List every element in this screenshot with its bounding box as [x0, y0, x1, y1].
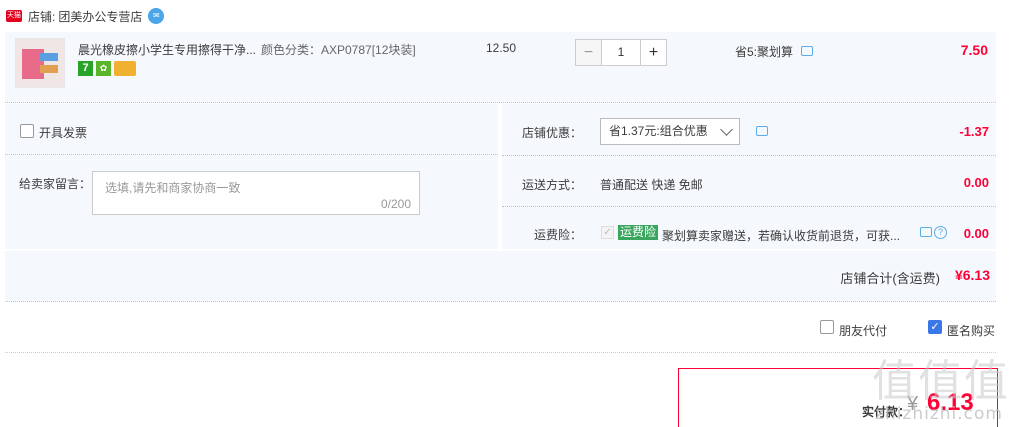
invoice-label[interactable]: 开具发票	[39, 124, 87, 141]
friend-pay-checkbox[interactable]	[820, 320, 834, 334]
divider	[5, 352, 996, 353]
invoice-checkbox[interactable]	[20, 124, 34, 138]
quantity-increase-button[interactable]: +	[640, 39, 667, 66]
shop-subtotal-row: 店铺合计(含运费) ¥6.13	[5, 251, 996, 302]
service-icons: 7 ✿	[78, 61, 136, 76]
anonymous-label[interactable]: 匿名购买	[947, 322, 995, 339]
quantity-decrease-button[interactable]: −	[575, 39, 602, 66]
tmall-logo-icon: 天猫	[6, 10, 22, 22]
shipping-method: 普通配送 快递 免邮	[600, 178, 703, 192]
quantity-stepper: − 1 +	[575, 39, 667, 66]
shop-name-link[interactable]: 团美办公专营店	[58, 8, 142, 25]
product-title-link[interactable]: 晨光橡皮擦小学生专用擦得干净...	[78, 41, 256, 58]
right-options-pane: 店铺优惠： 省1.37元:组合优惠 -1.37 运送方式： 普通配送 快递 免邮…	[502, 104, 996, 249]
item-total: 7.50	[960, 42, 988, 58]
help-icon[interactable]: ?	[934, 226, 947, 239]
payment-options: 朋友代付 ✓ 匿名购买	[0, 320, 1017, 344]
shop-discount-label: 店铺优惠：	[521, 126, 582, 140]
seller-message-placeholder: 选填,请先和商家协商一致	[105, 181, 241, 195]
insurance-value: 0.00	[963, 226, 989, 241]
shop-discount-select[interactable]: 省1.37元:组合优惠	[600, 118, 740, 145]
watermark-url: zhizhizhi.com	[875, 404, 1003, 424]
seller-message-label: 给卖家留言：	[19, 177, 92, 191]
product-sku: 颜色分类：AXP0787[12块装]	[261, 43, 416, 57]
shop-subtotal-label: 店铺合计(含运费)	[840, 271, 940, 286]
shop-header: 天猫 店铺: 团美办公专营店 ✉	[0, 0, 1017, 32]
seller-message-input[interactable]: 选填,请先和商家协商一致 0/200	[92, 171, 420, 215]
shop-discount-selected: 省1.37元:组合优惠	[609, 124, 708, 138]
friend-pay-label[interactable]: 朋友代付	[839, 322, 887, 339]
order-details-panel: 开具发票 给卖家留言： 选填,请先和商家协商一致 0/200 店铺优惠： 省1.…	[5, 104, 996, 303]
shop-label: 店铺:	[28, 9, 56, 24]
wangwang-chat-icon[interactable]: ✉	[148, 8, 165, 24]
item-promo: 省5:聚划算	[735, 45, 794, 59]
seven-day-return-icon[interactable]: 7	[78, 61, 93, 76]
shop-subtotal-value: ¥6.13	[954, 267, 990, 283]
credit-card-icon[interactable]	[114, 61, 136, 76]
insurance-checkbox[interactable]: ✓	[601, 226, 614, 239]
discount-comment-icon[interactable]	[756, 126, 768, 136]
unit-price: 12.50	[486, 41, 517, 55]
shipping-value: 0.00	[963, 175, 989, 190]
quantity-input[interactable]: 1	[602, 39, 640, 66]
shop-discount-value: -1.37	[959, 124, 989, 139]
left-options-pane: 开具发票 给卖家留言： 选填,请先和商家协商一致 0/200	[5, 104, 498, 249]
cart-item-row: 晨光橡皮擦小学生专用擦得干净... 颜色分类：AXP0787[12块装] 7 ✿…	[5, 32, 996, 103]
shipping-label: 运送方式：	[521, 178, 582, 192]
insurance-tag: 运费险	[618, 225, 659, 240]
promo-comment-icon[interactable]	[801, 46, 813, 56]
chevron-down-icon	[720, 123, 733, 136]
seller-message-count: 0/200	[380, 197, 411, 211]
insurance-comment-icon[interactable]	[920, 227, 932, 237]
watermark-logo: 值值值	[872, 356, 1010, 407]
insurance-text: 聚划算卖家赠送，若确认收货前退货，可获...	[662, 229, 901, 243]
guarantee-icon[interactable]: ✿	[96, 61, 111, 76]
product-thumbnail[interactable]	[15, 38, 65, 88]
anonymous-checkbox[interactable]: ✓	[928, 320, 942, 334]
insurance-label: 运费险：	[533, 228, 582, 242]
